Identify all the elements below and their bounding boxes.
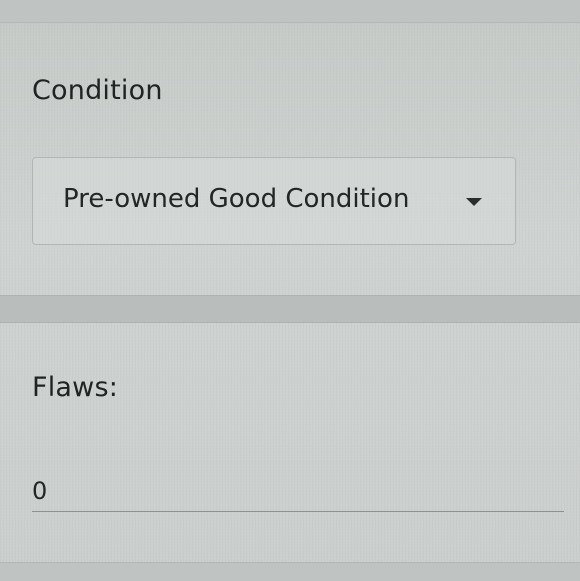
caret-down-icon [466,198,482,206]
screen-background: Condition Pre-owned Good Condition Flaws… [0,0,580,581]
condition-label: Condition [32,75,163,106]
top-divider [0,0,580,23]
condition-section: Condition Pre-owned Good Condition [0,23,580,295]
flaws-input[interactable] [32,470,564,512]
condition-dropdown[interactable]: Pre-owned Good Condition [32,157,516,245]
section-divider [0,295,580,323]
bottom-divider [0,562,580,581]
flaws-label: Flaws: [32,372,119,403]
flaws-section: Flaws: [0,322,580,562]
condition-selected-value: Pre-owned Good Condition [63,184,410,214]
